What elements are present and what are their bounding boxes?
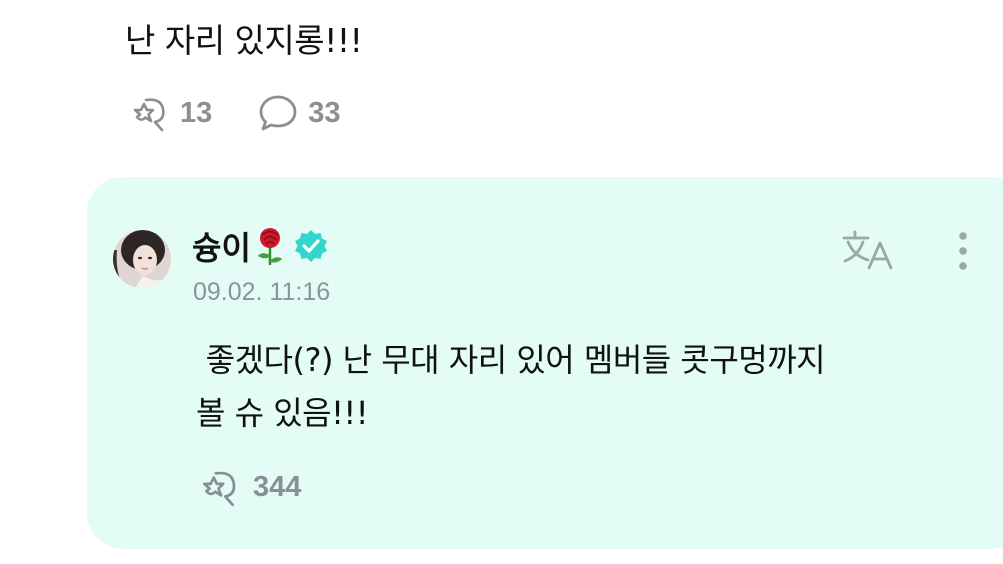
comment-button[interactable]: 33: [258, 93, 341, 133]
avatar[interactable]: [113, 230, 171, 288]
author-name[interactable]: 슝이: [192, 223, 251, 269]
verified-badge-icon: [294, 230, 327, 262]
avatar-photo: [113, 230, 171, 288]
reply-timestamp: 09.02. 11:16: [193, 278, 331, 306]
author-row: 슝이: [192, 224, 329, 268]
sparkle-heart-icon: [202, 471, 236, 507]
translate-icon: [842, 230, 893, 270]
rose-icon: [257, 228, 282, 265]
more-options-button[interactable]: [948, 226, 978, 276]
like-count: 13: [180, 96, 213, 129]
translate-button[interactable]: [840, 226, 900, 276]
reply-actions: 344: [197, 466, 301, 508]
post-actions: 13 33: [128, 92, 341, 134]
comment-count: 33: [308, 96, 341, 129]
like-button[interactable]: 13: [128, 93, 212, 133]
comment-thread: 난 자리 있지롱!!! 13 33 슝이 09.02. 11:16 좋겠다(?)…: [0, 0, 1003, 564]
speech-bubble-icon: [259, 95, 297, 131]
reply-text: 좋겠다(?) 난 무대 자리 있어 멤버들 콧구멍까지 볼 슈 있음!!!: [196, 341, 826, 432]
more-vertical-icon: [959, 232, 967, 270]
reply-like-button[interactable]: 344: [197, 466, 301, 508]
sparkle-heart-icon: [133, 98, 165, 132]
reply-like-count: 344: [253, 470, 302, 503]
post-text: 난 자리 있지롱!!!: [125, 21, 363, 60]
